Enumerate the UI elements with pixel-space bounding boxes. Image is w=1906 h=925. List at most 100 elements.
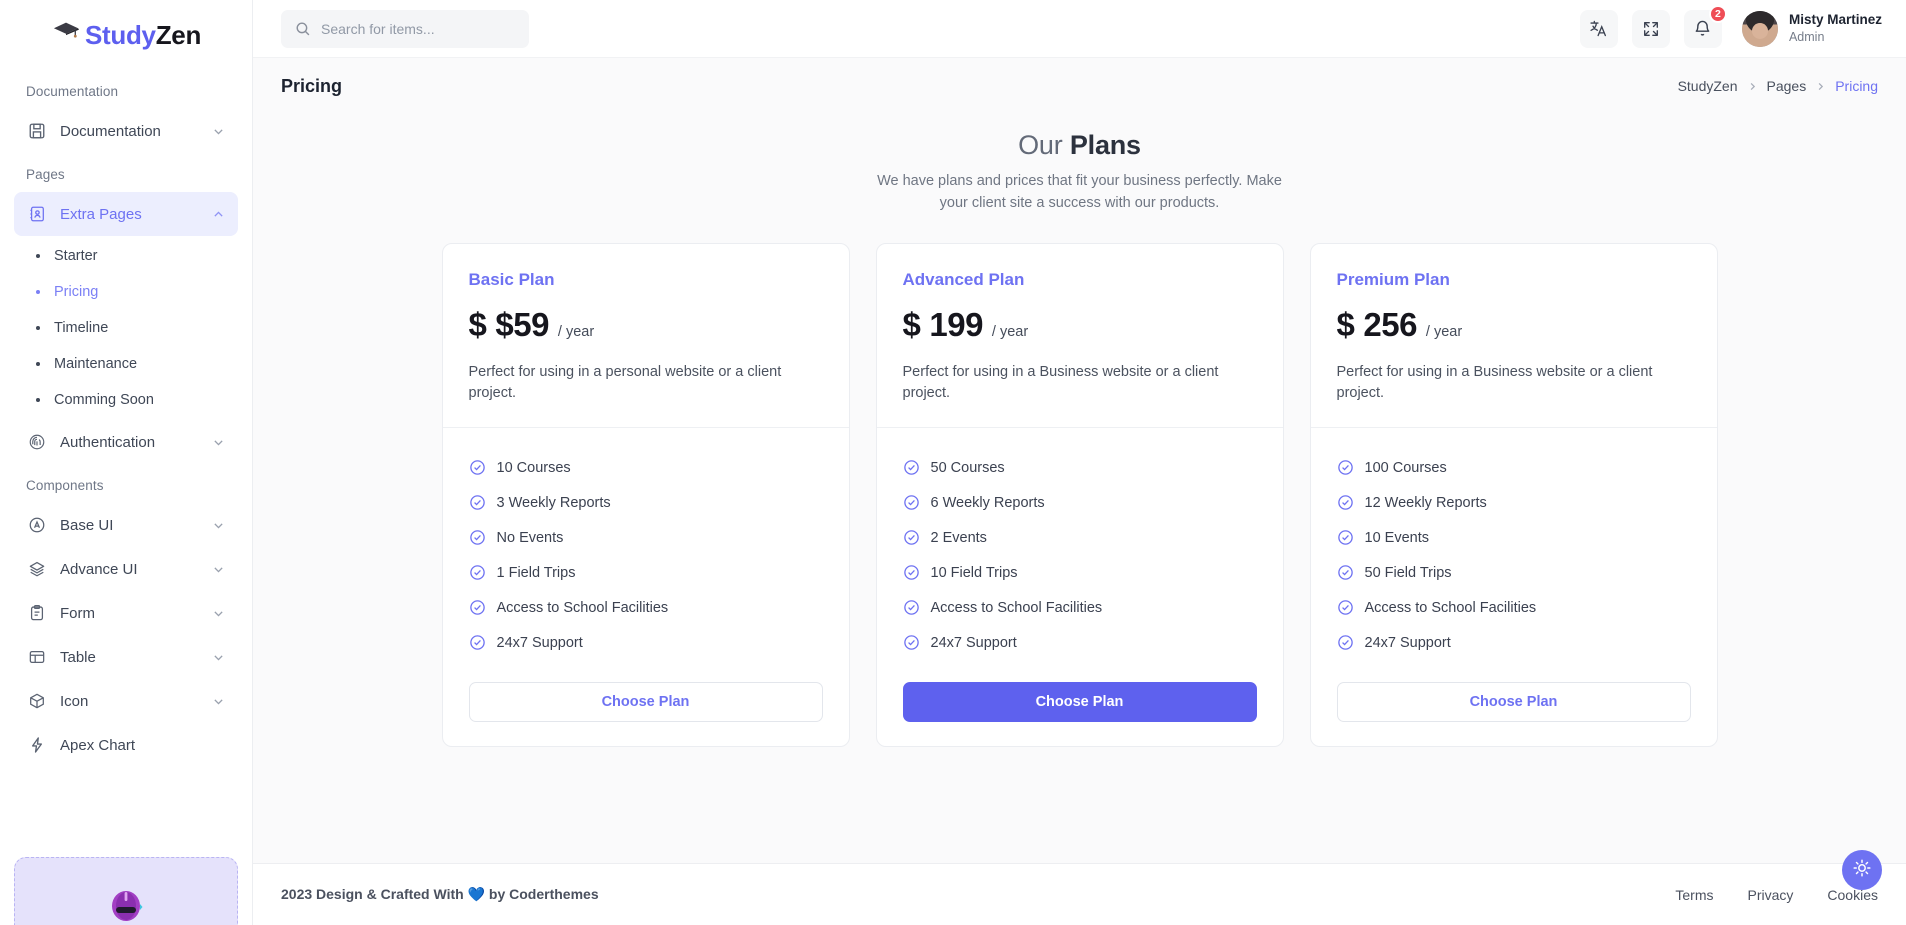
plans-heading-bold: Plans — [1069, 130, 1141, 160]
plan-name: Basic Plan — [468, 269, 555, 289]
plan-feature: 24x7 Support — [469, 625, 823, 660]
sidebar-item-form[interactable]: Form — [14, 591, 238, 635]
footer-link-terms[interactable]: Terms — [1675, 887, 1713, 903]
plan-currency: $ — [468, 305, 487, 343]
sidebar-item-icon[interactable]: Icon — [14, 679, 238, 723]
plan-feature-label: 12 Weekly Reports — [1364, 494, 1487, 511]
plan-feature-label: 6 Weekly Reports — [930, 494, 1045, 511]
footer-link-privacy[interactable]: Privacy — [1748, 887, 1794, 903]
page-header: Pricing StudyZen Pages Pricing — [253, 58, 1906, 114]
bell-icon[interactable]: 2 — [1683, 4, 1727, 48]
sidebar-item-label: Base UI — [60, 516, 114, 534]
breadcrumb-item-pages[interactable]: Pages — [1767, 78, 1807, 94]
sidebar-item-label: Maintenance — [54, 356, 138, 372]
theme-toggle-button[interactable] — [1842, 850, 1882, 890]
sidebar-item-table[interactable]: Table — [14, 635, 238, 679]
sidebar-item-pricing[interactable]: Pricing — [14, 274, 238, 310]
sidebar-item-starter[interactable]: Starter — [14, 238, 238, 274]
plan-feature-label: Access to School Facilities — [496, 599, 669, 616]
layers-icon — [27, 559, 47, 579]
sidebar-item-extra-pages[interactable]: Extra Pages — [14, 192, 238, 236]
pricing-card-basic: Basic Plan $ $59 / year Perfect for usin… — [441, 242, 850, 747]
plan-feature-label: 100 Courses — [1364, 459, 1447, 476]
nav-section-title-documentation: Documentation — [26, 84, 119, 99]
language-icon[interactable] — [1579, 9, 1618, 48]
plan-feature-label: 50 Field Trips — [1364, 564, 1452, 581]
footer-link-cookies[interactable]: Cookies — [1827, 887, 1878, 903]
save-disk-icon — [27, 121, 47, 141]
plan-description: Perfect for using in a Business website … — [1336, 363, 1653, 402]
pricing-card-advanced: Advanced Plan $ 199 / year Perfect for u… — [875, 242, 1284, 747]
clipboard-icon — [27, 603, 47, 623]
box-icon — [27, 691, 47, 711]
card-body: 10 Courses 3 Weekly Reports No Events 1 … — [443, 428, 849, 746]
card-body: 50 Courses 6 Weekly Reports 2 Events 10 … — [877, 428, 1283, 746]
breadcrumb-item-studyzen[interactable]: StudyZen — [1678, 78, 1738, 94]
footer-copyright: 2023 Design & Crafted With 💙 by Coderthe… — [281, 886, 599, 903]
sidebar-item-label: Form — [60, 604, 95, 622]
sidebar-promo-card[interactable] — [14, 857, 238, 925]
brand-logo[interactable]: StudyZen — [0, 0, 252, 70]
circle-a-icon — [27, 515, 47, 535]
sidebar-item-timeline[interactable]: Timeline — [14, 310, 238, 346]
chevron-down-icon — [212, 519, 225, 532]
plans-subtitle: We have plans and prices that fit your b… — [877, 173, 1282, 211]
sidebar-item-label: Comming Soon — [54, 392, 154, 408]
check-circle-icon — [469, 564, 486, 581]
check-circle-icon — [903, 529, 920, 546]
plans-heading: Our Plans — [253, 130, 1906, 161]
plan-feature: 6 Weekly Reports — [903, 485, 1257, 520]
search-icon — [295, 21, 311, 37]
card-body: 100 Courses 12 Weekly Reports 10 Events — [1311, 428, 1717, 746]
plan-feature-label: 3 Weekly Reports — [496, 494, 611, 511]
user-menu[interactable]: Misty Martinez Admin — [1741, 10, 1882, 47]
plan-price: 199 — [929, 305, 983, 343]
check-circle-icon — [903, 634, 920, 651]
bullet-icon — [36, 362, 40, 366]
plan-feature-label: No Events — [496, 529, 564, 546]
chevron-down-icon — [212, 607, 225, 620]
sidebar-item-label: Authentication — [60, 433, 156, 451]
fullscreen-icon[interactable] — [1631, 9, 1670, 48]
user-name: Misty Martinez — [1788, 11, 1882, 27]
sidebar-item-apex-chart[interactable]: Apex Chart — [14, 723, 238, 767]
choose-plan-button[interactable]: Choose Plan — [1336, 682, 1691, 722]
brand-text: StudyZen — [85, 20, 201, 51]
plan-period: / year — [557, 323, 595, 340]
plan-price-row: $ $59 / year — [469, 306, 823, 344]
check-circle-icon — [903, 564, 920, 581]
sidebar-item-documentation[interactable]: Documentation — [14, 109, 238, 153]
sidebar-item-base-ui[interactable]: Base UI — [14, 503, 238, 547]
sidebar: StudyZen Documentation Documentation Pag… — [0, 0, 253, 925]
pricing-card-premium: Premium Plan $ 256 / year Perfect for us… — [1309, 242, 1718, 747]
sidebar-item-comming-soon[interactable]: Comming Soon — [14, 382, 238, 418]
sidebar-item-label: Advance UI — [60, 560, 138, 578]
plan-feature: 100 Courses — [1337, 450, 1691, 485]
sidebar-item-advance-ui[interactable]: Advance UI — [14, 547, 238, 591]
lightning-icon — [27, 735, 47, 755]
sidebar-item-maintenance[interactable]: Maintenance — [14, 346, 238, 382]
check-circle-icon — [903, 599, 920, 616]
search-input[interactable] — [321, 20, 515, 37]
plan-feature: 50 Courses — [903, 450, 1257, 485]
chevron-up-icon — [212, 208, 225, 221]
check-circle-icon — [1337, 564, 1354, 581]
chevron-down-icon — [212, 651, 225, 664]
sidebar-item-label: Apex Chart — [60, 736, 136, 754]
plan-feature: 12 Weekly Reports — [1337, 485, 1691, 520]
choose-plan-button[interactable]: Choose Plan — [468, 682, 823, 722]
nav-section-title-components: Components — [26, 478, 104, 493]
plans-heading-light: Our — [1018, 130, 1070, 160]
card-header: Basic Plan $ $59 / year Perfect for usin… — [442, 244, 849, 428]
sidebar-item-authentication[interactable]: Authentication — [14, 420, 238, 464]
breadcrumb: StudyZen Pages Pricing — [1678, 78, 1878, 94]
plan-feature-label: Access to School Facilities — [1364, 599, 1537, 616]
plans-hero: Our Plans We have plans and prices that … — [253, 124, 1906, 243]
search-box[interactable] — [281, 9, 529, 48]
choose-plan-button[interactable]: Choose Plan — [902, 682, 1257, 722]
check-circle-icon — [1337, 459, 1354, 476]
topbar: 2 Misty Martinez Admin — [253, 0, 1906, 58]
breadcrumb-item-pricing[interactable]: Pricing — [1835, 78, 1878, 94]
plan-period: / year — [991, 323, 1029, 340]
chevron-down-icon — [212, 125, 225, 138]
